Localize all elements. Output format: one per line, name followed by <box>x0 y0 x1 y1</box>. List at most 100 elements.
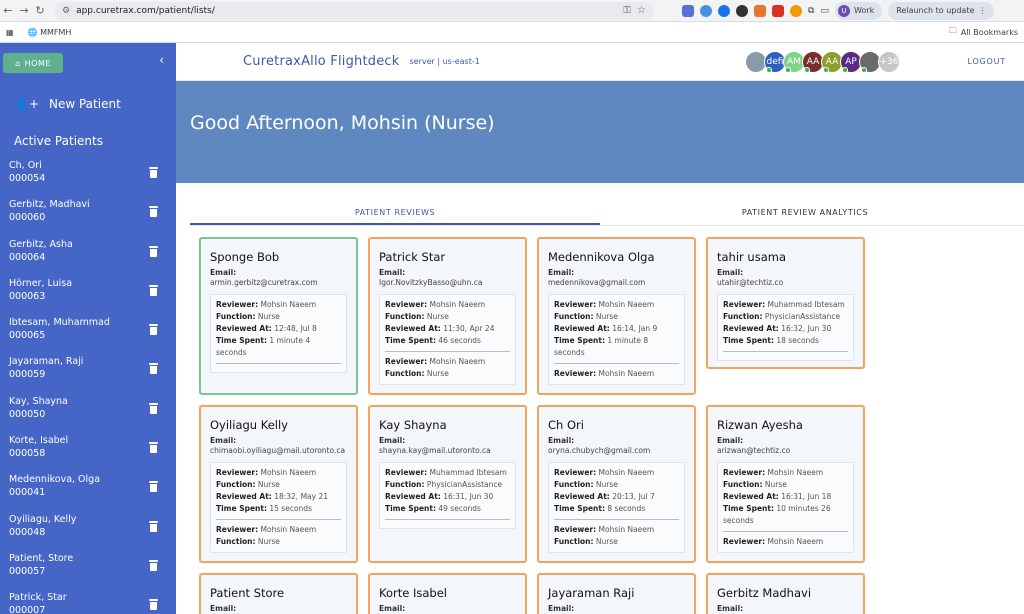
patient-review-card[interactable]: Oyiliagu Kelly Email: chimaobi.oyiliagu@ma… <box>199 405 358 563</box>
patient-review-card[interactable]: Ch Ori Email: oryna.chubych@gmail.com Revie… <box>537 405 696 563</box>
patient-list-item[interactable]: Gerbitz, Asha 000064 <box>0 238 176 277</box>
extensions-puzzle-icon[interactable]: ⧉ <box>808 6 814 16</box>
home-button[interactable]: ⌂ HOME <box>3 53 63 73</box>
extension-icon[interactable] <box>682 4 694 17</box>
trash-icon[interactable] <box>149 324 158 336</box>
online-status-dot <box>766 67 772 73</box>
extension-icon[interactable] <box>736 4 748 17</box>
patient-list-item[interactable]: Kay, Shayna 000050 <box>0 395 176 434</box>
user-avatar[interactable]: +36 <box>878 51 900 73</box>
trash-icon[interactable] <box>149 559 158 571</box>
patient-review-card[interactable]: Kay Shayna Email: shayna.kay@mail.utoronto… <box>368 405 527 563</box>
review-history: Reviewer: Mohsin Naeem Function: Nurse Rev… <box>379 294 516 385</box>
patient-list-item[interactable]: Patrick, Star 000007 <box>0 591 176 614</box>
card-email: utahir@techtiz.co <box>717 278 784 287</box>
review-reviewer-label: Reviewer: <box>216 525 259 534</box>
email-label: Email: <box>548 604 575 613</box>
review-function: Function: PhysicianAssistance <box>385 479 510 491</box>
review-reviewed-at: Reviewed At: 16:14, Jan 9 <box>554 323 679 335</box>
patient-list-item[interactable]: Patient, Store 000057 <box>0 552 176 591</box>
bookmark-star-icon[interactable]: ☆ <box>637 5 646 16</box>
email-label: Email: <box>210 436 237 445</box>
review-function-value: Nurse <box>764 480 787 489</box>
site-settings-icon[interactable]: ⚙ <box>62 6 70 16</box>
patient-review-card[interactable]: Patient Store Email: <box>199 573 358 614</box>
patient-list-item[interactable]: Oyiliagu, Kelly 000048 <box>0 513 176 552</box>
address-bar[interactable]: ⚙ app.curetrax.com/patient/lists/ ⚿ ☆ <box>54 1 654 20</box>
relaunch-button[interactable]: Relaunch to update ⋮ <box>888 1 995 20</box>
patient-review-card[interactable]: Korte IsabelEmail:isabel.korte@uk- <box>368 573 527 614</box>
email-label: Email: <box>548 268 575 277</box>
profile-avatar: U <box>837 4 850 17</box>
tab-patient-reviews[interactable]: PATIENT REVIEWS <box>190 204 600 225</box>
trash-lid <box>149 363 158 366</box>
side-panel-icon[interactable]: ▭ <box>820 6 829 16</box>
review-function: Function: Nurse <box>554 311 679 323</box>
trash-icon[interactable] <box>149 520 158 532</box>
review-function-value: Nurse <box>595 312 618 321</box>
back-icon[interactable]: ← <box>0 4 16 17</box>
trash-icon[interactable] <box>149 442 158 454</box>
patient-review-card[interactable]: Sponge Bob Email: armin.gerbitz@curetrax.c… <box>199 237 358 395</box>
patient-list-item[interactable]: Medennikova, Olga 000041 <box>0 473 176 512</box>
trash-icon[interactable] <box>149 167 158 178</box>
review-reviewer: Reviewer: Mohsin Naeem <box>385 356 510 368</box>
patient-list-item[interactable]: Ch, Ori 000054 <box>0 159 176 198</box>
review-time-spent: Time Spent: 46 seconds <box>385 335 510 347</box>
review-reviewer: Reviewer: Mohsin Naeem <box>554 524 679 536</box>
password-key-icon[interactable]: ⚿ <box>623 5 631 16</box>
review-history: Reviewer: Mohsin Naeem Function: Nurse Rev… <box>210 294 347 373</box>
extension-icon[interactable] <box>790 4 802 17</box>
review-history: Reviewer: Muhammad Ibtesam Function: Phys… <box>379 462 516 529</box>
review-time-spent-value: 18 seconds <box>776 336 819 345</box>
bookmark-item[interactable]: 🌐 MMFMH <box>28 28 72 37</box>
review-reviewer-value: Mohsin Naeem <box>767 537 824 546</box>
review-reviewer-value: Mohsin Naeem <box>598 369 655 378</box>
trash-icon[interactable] <box>149 363 158 375</box>
review-reviewed-at-label: Reviewed At: <box>216 324 272 333</box>
forward-icon[interactable]: → <box>16 4 32 17</box>
review-function: Function: Nurse <box>216 311 341 323</box>
patient-list-item[interactable]: Jayaraman, Raji 000059 <box>0 355 176 394</box>
collapse-sidebar-icon[interactable]: ‹ <box>159 53 164 67</box>
patient-review-card[interactable]: Rizwan Ayesha Email: arizwan@techtiz.co Rev… <box>706 405 865 563</box>
review-reviewed-at-label: Reviewed At: <box>385 324 441 333</box>
review-function: Function: Nurse <box>554 479 679 491</box>
extension-icon[interactable] <box>718 4 730 17</box>
extension-icon[interactable] <box>754 4 766 17</box>
new-patient-button[interactable]: 👤+ New Patient <box>14 97 121 111</box>
patient-id: 000057 <box>9 565 46 577</box>
patient-id: 000054 <box>9 173 46 184</box>
apps-grid-icon[interactable]: ▦ <box>6 28 14 37</box>
review-time-spent: Time Spent: 15 seconds <box>216 503 341 515</box>
trash-icon[interactable] <box>149 245 158 257</box>
patient-list-item[interactable]: Ibtesam, Muhammad 000065 <box>0 316 176 355</box>
patient-review-card[interactable]: Gerbitz Madhavi Email: <box>706 573 865 614</box>
review-reviewer-label: Reviewer: <box>554 468 597 477</box>
add-user-icon: 👤+ <box>14 97 39 111</box>
extension-icon[interactable] <box>772 4 784 17</box>
trash-lid <box>149 245 158 248</box>
patient-review-card[interactable]: Medennikova Olga Email: medennikova@gmail.… <box>537 237 696 395</box>
extension-icon[interactable] <box>700 4 712 17</box>
patient-list-item[interactable]: Korte, Isabel 000058 <box>0 434 176 473</box>
trash-icon[interactable] <box>149 599 158 611</box>
review-function-label: Function: <box>385 312 425 321</box>
trash-icon[interactable] <box>149 402 158 414</box>
trash-icon[interactable] <box>149 206 158 218</box>
patient-review-card[interactable]: tahir usama Email: utahir@techtiz.co Review… <box>706 237 865 369</box>
all-bookmarks[interactable]: 🗀 All Bookmarks <box>949 25 1018 39</box>
logout-button[interactable]: LOGOUT <box>967 57 1006 66</box>
tab-patient-review-analytics[interactable]: PATIENT REVIEW ANALYTICS <box>600 204 1010 225</box>
trash-icon[interactable] <box>149 284 158 296</box>
patient-review-card[interactable]: Jayaraman Raji Email: <box>537 573 696 614</box>
url-text: app.curetrax.com/patient/lists/ <box>76 5 215 16</box>
reload-icon[interactable]: ↻ <box>32 4 48 17</box>
review-time-spent-label: Time Spent: <box>385 336 436 345</box>
trash-icon[interactable] <box>149 481 158 493</box>
patient-list-item[interactable]: Hörner, Luisa 000063 <box>0 277 176 316</box>
patient-review-card[interactable]: Patrick Star Email: Igor.NovitzkyBasso@uhn… <box>368 237 527 395</box>
patient-list-item[interactable]: Gerbitz, Madhavi 000060 <box>0 198 176 237</box>
review-function-label: Function: <box>554 537 594 546</box>
profile-chip[interactable]: U Work <box>834 1 883 20</box>
